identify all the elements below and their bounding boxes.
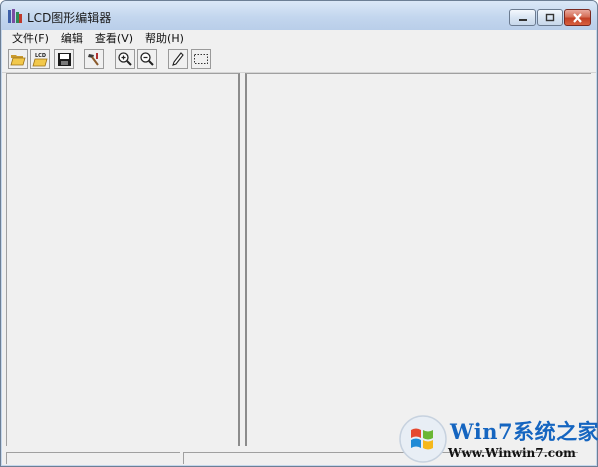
left-panel[interactable] bbox=[6, 73, 240, 446]
menu-file[interactable]: 文件(F) bbox=[2, 30, 55, 46]
minimize-icon bbox=[518, 18, 527, 21]
toolbar: LCD bbox=[2, 46, 596, 73]
open-folder-icon bbox=[10, 55, 26, 66]
pencil-icon bbox=[172, 52, 184, 66]
lcd-folder-icon: LCD bbox=[32, 53, 48, 66]
client-area bbox=[2, 73, 596, 446]
svg-text:LCD: LCD bbox=[35, 53, 46, 59]
maximize-button[interactable] bbox=[537, 9, 563, 26]
zoom-out-button[interactable] bbox=[137, 49, 157, 69]
watermark-url: Www.Winwin7.com bbox=[448, 446, 576, 460]
windows-logo-icon bbox=[399, 415, 447, 463]
app-icon bbox=[8, 9, 22, 23]
title-bar[interactable]: LCD图形编辑器 bbox=[1, 1, 597, 30]
menu-bar: 文件(F) 编辑 查看(V) 帮助(H) bbox=[2, 30, 596, 46]
pencil-button[interactable] bbox=[168, 49, 188, 69]
close-icon bbox=[573, 12, 582, 23]
open-lcd-button[interactable]: LCD bbox=[30, 49, 50, 69]
open-folder-button[interactable] bbox=[8, 49, 28, 69]
select-rect-button[interactable] bbox=[191, 49, 211, 69]
watermark-title: Win7系统之家 bbox=[450, 419, 598, 444]
app-window: LCD图形编辑器 文件(F) 编辑 查看(V) 帮助(H) LCD bbox=[0, 0, 598, 467]
tools-button[interactable] bbox=[84, 49, 104, 69]
save-button[interactable] bbox=[54, 49, 74, 69]
watermark: Win7系统之家 Www.Winwin7.com bbox=[398, 410, 598, 466]
maximize-icon bbox=[545, 13, 555, 22]
dotted-rect-icon bbox=[194, 54, 208, 64]
menu-view[interactable]: 查看(V) bbox=[89, 30, 139, 46]
status-pane-primary bbox=[6, 452, 180, 464]
floppy-disk-icon bbox=[57, 52, 71, 66]
zoom-in-button[interactable] bbox=[115, 49, 135, 69]
minimize-button[interactable] bbox=[509, 9, 536, 26]
menu-help[interactable]: 帮助(H) bbox=[139, 30, 190, 46]
close-button[interactable] bbox=[564, 9, 591, 26]
zoom-out-icon bbox=[140, 52, 154, 66]
menu-edit[interactable]: 编辑 bbox=[55, 30, 89, 46]
hammer-icon bbox=[88, 53, 99, 66]
window-title: LCD图形编辑器 bbox=[27, 11, 112, 25]
zoom-in-icon bbox=[118, 52, 132, 66]
canvas-panel[interactable] bbox=[245, 73, 591, 446]
